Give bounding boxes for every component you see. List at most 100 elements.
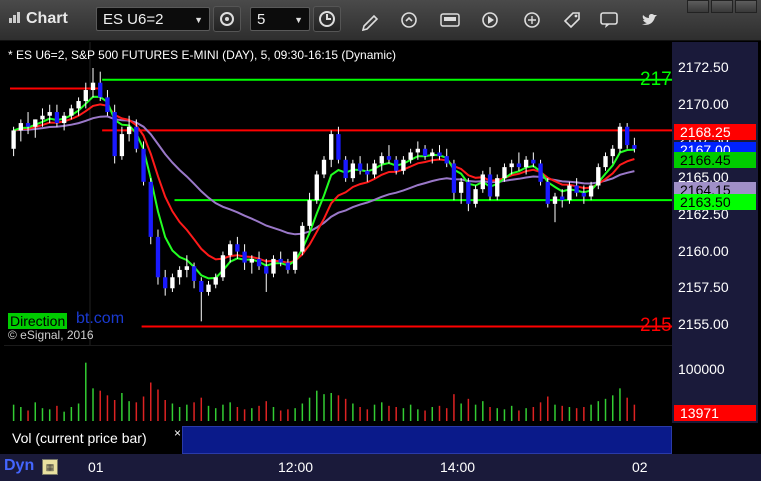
price-tag: 2166.45 (674, 152, 756, 168)
candle-body (408, 152, 413, 160)
time-axis[interactable]: Dyn ▦ 01 12:00 14:00 02 (0, 454, 761, 481)
time-button[interactable] (313, 6, 341, 32)
candle-body (18, 123, 23, 131)
volume-bar (453, 394, 455, 421)
candle-body (148, 181, 153, 237)
volume-bar (178, 407, 181, 421)
volume-tick: 100000 (678, 361, 725, 377)
close-icon[interactable] (735, 0, 757, 13)
time-tick: 02 (632, 459, 648, 475)
interval-value: 5 (257, 11, 266, 28)
candle-body (191, 266, 197, 281)
close-icon[interactable]: × (174, 426, 181, 440)
candle-body (249, 258, 254, 263)
volume-footer-bar (182, 426, 672, 454)
play-icon[interactable] (478, 8, 502, 32)
candle-body (386, 156, 392, 160)
volume-axis[interactable]: 100000 13971 (672, 345, 758, 423)
chevron-down-icon[interactable]: ▼ (294, 8, 303, 32)
candle-body (516, 163, 522, 168)
price-chart[interactable] (4, 42, 672, 345)
comment-icon[interactable] (597, 8, 621, 32)
quote-get-icon[interactable] (438, 8, 462, 32)
volume-bar (272, 407, 275, 421)
volume-bar (70, 407, 73, 421)
candle-body (98, 82, 103, 98)
volume-bar (344, 398, 347, 421)
candle-body (343, 159, 348, 179)
volume-bar (525, 408, 527, 421)
price-axis[interactable]: 2172.50 2170.00 2167.50 2165.00 2162.50 2160.… (672, 42, 758, 345)
candle-body (329, 134, 334, 160)
chevron-down-icon[interactable]: ▼ (194, 8, 203, 32)
candle-body (531, 159, 536, 164)
candle-body (523, 159, 529, 168)
candle-body (235, 244, 240, 252)
volume-bar (438, 405, 441, 421)
candle-body (314, 174, 319, 201)
level-label: 215 (640, 315, 672, 337)
volume-bar (539, 402, 542, 421)
interval-input[interactable]: 5 ▼ (250, 7, 310, 31)
symbol-input[interactable]: ES U6=2 ▼ (96, 7, 210, 31)
volume-legend-text: Vol (current price bar) (12, 430, 147, 446)
clock-icon (319, 11, 335, 27)
candle-body (90, 82, 96, 91)
volume-bar (34, 402, 37, 421)
volume-chart[interactable] (4, 345, 672, 423)
candle-body (422, 148, 428, 157)
candle-body (560, 196, 565, 201)
candle-body (177, 269, 182, 278)
link-icon[interactable] (520, 8, 544, 32)
toolbar: Chart ES U6=2 ▼ 5 ▼ (0, 0, 761, 41)
volume-bar (164, 400, 166, 421)
price-tag: 2168.25 (674, 124, 756, 140)
candle-body (545, 181, 550, 204)
candle-body (567, 185, 572, 201)
volume-bar (590, 404, 592, 421)
candle-body (292, 251, 298, 270)
candle-body (69, 108, 74, 116)
candle-body (112, 112, 117, 157)
candle-body (271, 258, 276, 274)
tag-icon[interactable] (560, 8, 584, 32)
twitter-icon[interactable] (637, 8, 661, 32)
candle-body (184, 266, 190, 270)
volume-bar (56, 405, 58, 421)
candle-body (394, 159, 399, 171)
volume-bar (380, 402, 383, 421)
candle-body (451, 163, 457, 193)
settings-button[interactable] (213, 6, 241, 32)
restore-icon[interactable] (687, 0, 709, 13)
volume-bar (186, 404, 188, 421)
draw-pencil-icon[interactable] (358, 8, 382, 32)
candle-body (336, 134, 341, 160)
candle-body (458, 181, 464, 193)
volume-bar (251, 408, 253, 421)
candle-body (213, 277, 218, 285)
candle-body (596, 167, 601, 186)
candle-body (365, 170, 370, 175)
refresh-icon[interactable] (397, 8, 421, 32)
volume-bar (27, 410, 29, 421)
candle-body (242, 251, 247, 263)
volume-bar (294, 408, 296, 421)
level-label: 217 (640, 68, 672, 90)
window-title-text: Chart (26, 10, 68, 27)
volume-bar (106, 395, 109, 421)
time-tick: 14:00 (440, 459, 476, 475)
maximize-icon[interactable] (711, 0, 733, 13)
dynamic-label[interactable]: Dyn (4, 457, 34, 475)
volume-bar (12, 404, 15, 421)
candle-body (155, 236, 161, 278)
candle-body (473, 189, 478, 204)
grid-icon[interactable]: ▦ (42, 459, 58, 475)
price-tick: 2172.50 (678, 59, 729, 75)
candle-body (625, 126, 630, 146)
time-tick: 12:00 (278, 459, 314, 475)
candle-body (588, 185, 594, 197)
candle-body (227, 244, 233, 256)
volume-bar (77, 403, 80, 421)
volume-bar (323, 394, 325, 421)
volume-bar (193, 402, 195, 421)
